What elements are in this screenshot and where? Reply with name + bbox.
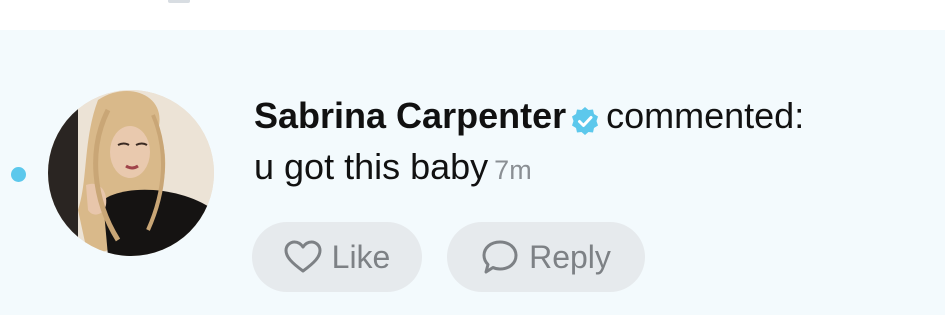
- reply-label: Reply: [529, 238, 611, 275]
- verified-badge-icon: [570, 101, 600, 135]
- avatar-photo: [48, 90, 214, 256]
- like-label: Like: [331, 238, 391, 275]
- action-text: commented:: [606, 95, 805, 136]
- comment-text-block: Sabrina Carpenter commented: u got this …: [254, 93, 925, 193]
- divider-mark: [168, 0, 190, 3]
- avatar[interactable]: [48, 90, 214, 256]
- like-button[interactable]: Like: [252, 222, 422, 292]
- comment-timestamp: 7m: [494, 155, 532, 185]
- heart-outline-icon: [284, 240, 322, 274]
- comment-body: u got this baby 7m: [254, 144, 925, 193]
- comment-header: Sabrina Carpenter commented:: [254, 93, 925, 139]
- reply-button[interactable]: Reply: [447, 222, 645, 292]
- previous-row-edge: [0, 0, 945, 30]
- author-name[interactable]: Sabrina Carpenter: [254, 93, 566, 139]
- unread-indicator: [11, 167, 26, 182]
- comment-notification[interactable]: Sabrina Carpenter commented: u got this …: [0, 30, 945, 315]
- comment-text: u got this baby: [254, 146, 489, 187]
- speech-bubble-icon: [481, 239, 519, 275]
